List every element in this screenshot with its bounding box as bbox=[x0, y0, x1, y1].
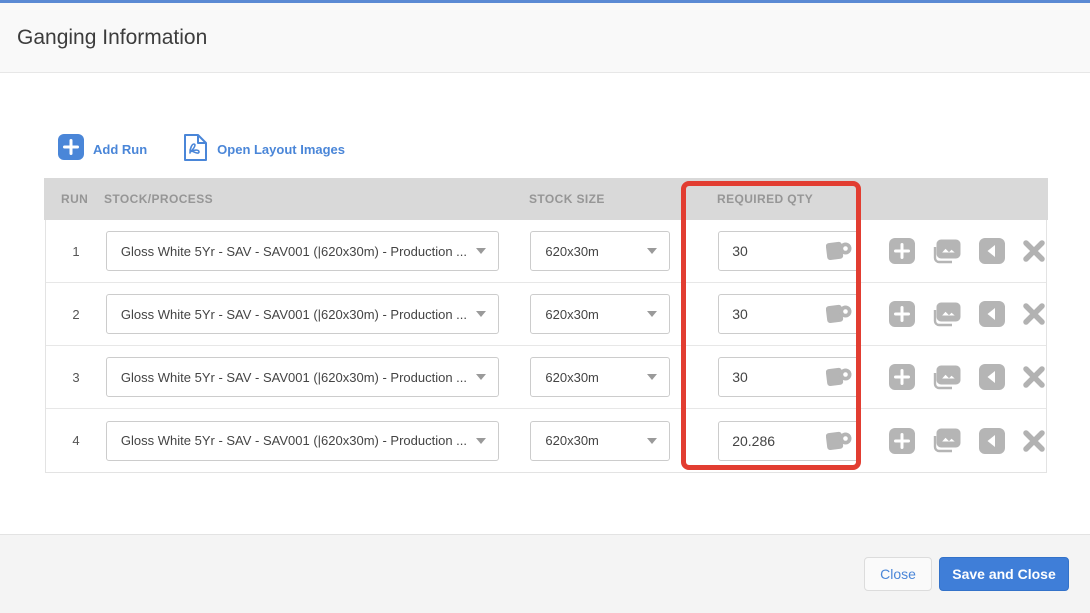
table-row: 3 Gloss White 5Yr - SAV - SAV001 (|620x3… bbox=[46, 346, 1046, 409]
table-row: 4 Gloss White 5Yr - SAV - SAV001 (|620x3… bbox=[46, 409, 1046, 472]
required-qty-field bbox=[718, 420, 862, 461]
required-qty-field bbox=[718, 294, 862, 334]
dialog-header: Ganging Information bbox=[0, 3, 1090, 73]
runs-table: RUN STOCK/PROCESS STOCK SIZE REQUIRED QT… bbox=[44, 178, 1048, 473]
move-left-icon[interactable] bbox=[979, 364, 1006, 390]
chevron-down-icon bbox=[647, 374, 658, 380]
chevron-down-icon bbox=[475, 437, 486, 444]
stock-size-value: 620x30m bbox=[545, 306, 599, 322]
stock-size-select[interactable]: 620x30m bbox=[530, 357, 671, 397]
add-run-below-icon[interactable] bbox=[889, 238, 916, 264]
stock-process-select[interactable]: Gloss White 5Yr - SAV - SAV001 (|620x30m… bbox=[105, 294, 499, 334]
header-stock-process: STOCK/PROCESS bbox=[104, 192, 213, 206]
layout-images-icon[interactable] bbox=[932, 364, 962, 390]
save-and-close-button[interactable]: Save and Close bbox=[939, 557, 1069, 591]
required-qty-input[interactable] bbox=[719, 358, 810, 396]
material-roll-icon bbox=[826, 240, 852, 262]
stock-size-value: 620x30m bbox=[545, 369, 599, 385]
required-qty-field bbox=[718, 357, 862, 397]
stock-size-value: 620x30m bbox=[545, 243, 599, 259]
chevron-down-icon bbox=[647, 437, 658, 444]
table-header-row: RUN STOCK/PROCESS STOCK SIZE REQUIRED QT… bbox=[44, 178, 1048, 220]
table-body: 1 Gloss White 5Yr - SAV - SAV001 (|620x3… bbox=[45, 220, 1047, 473]
open-layout-images-label: Open Layout Images bbox=[217, 142, 346, 157]
material-roll-icon bbox=[826, 366, 852, 388]
table-row: 1 Gloss White 5Yr - SAV - SAV001 (|620x3… bbox=[46, 220, 1046, 283]
run-number: 3 bbox=[72, 369, 80, 385]
remove-run-icon[interactable] bbox=[1022, 365, 1046, 389]
run-number: 4 bbox=[72, 433, 80, 448]
close-button[interactable]: Close bbox=[864, 557, 932, 591]
move-left-icon[interactable] bbox=[979, 238, 1006, 264]
add-run-button[interactable]: Add Run bbox=[56, 132, 148, 165]
layout-images-icon[interactable] bbox=[932, 301, 962, 327]
remove-run-icon[interactable] bbox=[1022, 429, 1046, 453]
stock-size-value: 620x30m bbox=[545, 433, 599, 448]
required-qty-input[interactable] bbox=[719, 295, 810, 333]
dialog-title: Ganging Information bbox=[17, 25, 208, 49]
stock-size-select[interactable]: 620x30m bbox=[530, 294, 671, 334]
stock-process-value: Gloss White 5Yr - SAV - SAV001 (|620x30m… bbox=[120, 433, 468, 448]
layout-images-icon[interactable] bbox=[932, 428, 962, 453]
chevron-down-icon bbox=[475, 311, 486, 317]
material-roll-icon bbox=[826, 430, 852, 452]
dialog-body: Add Run Open Layout Images RUN STOCK/PRO… bbox=[0, 73, 1090, 533]
remove-run-icon[interactable] bbox=[1022, 239, 1046, 263]
chevron-down-icon bbox=[475, 248, 486, 254]
header-run: RUN bbox=[61, 192, 89, 206]
table-row: 2 Gloss White 5Yr - SAV - SAV001 (|620x3… bbox=[46, 283, 1046, 346]
chevron-down-icon bbox=[475, 374, 486, 380]
required-qty-field bbox=[718, 231, 862, 271]
header-required-qty: REQUIRED QTY bbox=[717, 192, 814, 206]
required-qty-input[interactable] bbox=[719, 232, 810, 270]
move-left-icon[interactable] bbox=[979, 301, 1006, 327]
run-number: 2 bbox=[72, 306, 80, 322]
material-roll-icon bbox=[826, 303, 852, 325]
header-stock-size: STOCK SIZE bbox=[529, 192, 605, 206]
add-run-below-icon[interactable] bbox=[889, 364, 916, 390]
layout-images-icon[interactable] bbox=[932, 238, 962, 264]
run-number: 1 bbox=[72, 243, 80, 259]
required-qty-input[interactable] bbox=[719, 421, 810, 460]
toolbar: Add Run Open Layout Images bbox=[56, 132, 345, 167]
stock-process-value: Gloss White 5Yr - SAV - SAV001 (|620x30m… bbox=[120, 243, 468, 259]
stock-process-value: Gloss White 5Yr - SAV - SAV001 (|620x30m… bbox=[120, 306, 468, 322]
stock-process-select[interactable]: Gloss White 5Yr - SAV - SAV001 (|620x30m… bbox=[105, 231, 499, 271]
stock-process-select[interactable]: Gloss White 5Yr - SAV - SAV001 (|620x30m… bbox=[105, 420, 499, 461]
remove-run-icon[interactable] bbox=[1022, 302, 1046, 326]
open-layout-images-button[interactable]: Open Layout Images bbox=[183, 133, 345, 167]
plus-square-icon bbox=[56, 132, 86, 165]
stock-size-select[interactable]: 620x30m bbox=[530, 420, 671, 461]
add-run-below-icon[interactable] bbox=[889, 427, 916, 454]
chevron-down-icon bbox=[647, 248, 658, 254]
stock-size-select[interactable]: 620x30m bbox=[530, 231, 671, 271]
move-left-icon[interactable] bbox=[979, 427, 1006, 454]
add-run-label: Add Run bbox=[93, 142, 148, 157]
stock-process-value: Gloss White 5Yr - SAV - SAV001 (|620x30m… bbox=[120, 369, 468, 385]
add-run-below-icon[interactable] bbox=[889, 301, 916, 327]
pdf-file-icon bbox=[183, 133, 208, 167]
stock-process-select[interactable]: Gloss White 5Yr - SAV - SAV001 (|620x30m… bbox=[105, 357, 499, 397]
chevron-down-icon bbox=[647, 311, 658, 317]
dialog-footer: Close Save and Close bbox=[0, 534, 1090, 613]
